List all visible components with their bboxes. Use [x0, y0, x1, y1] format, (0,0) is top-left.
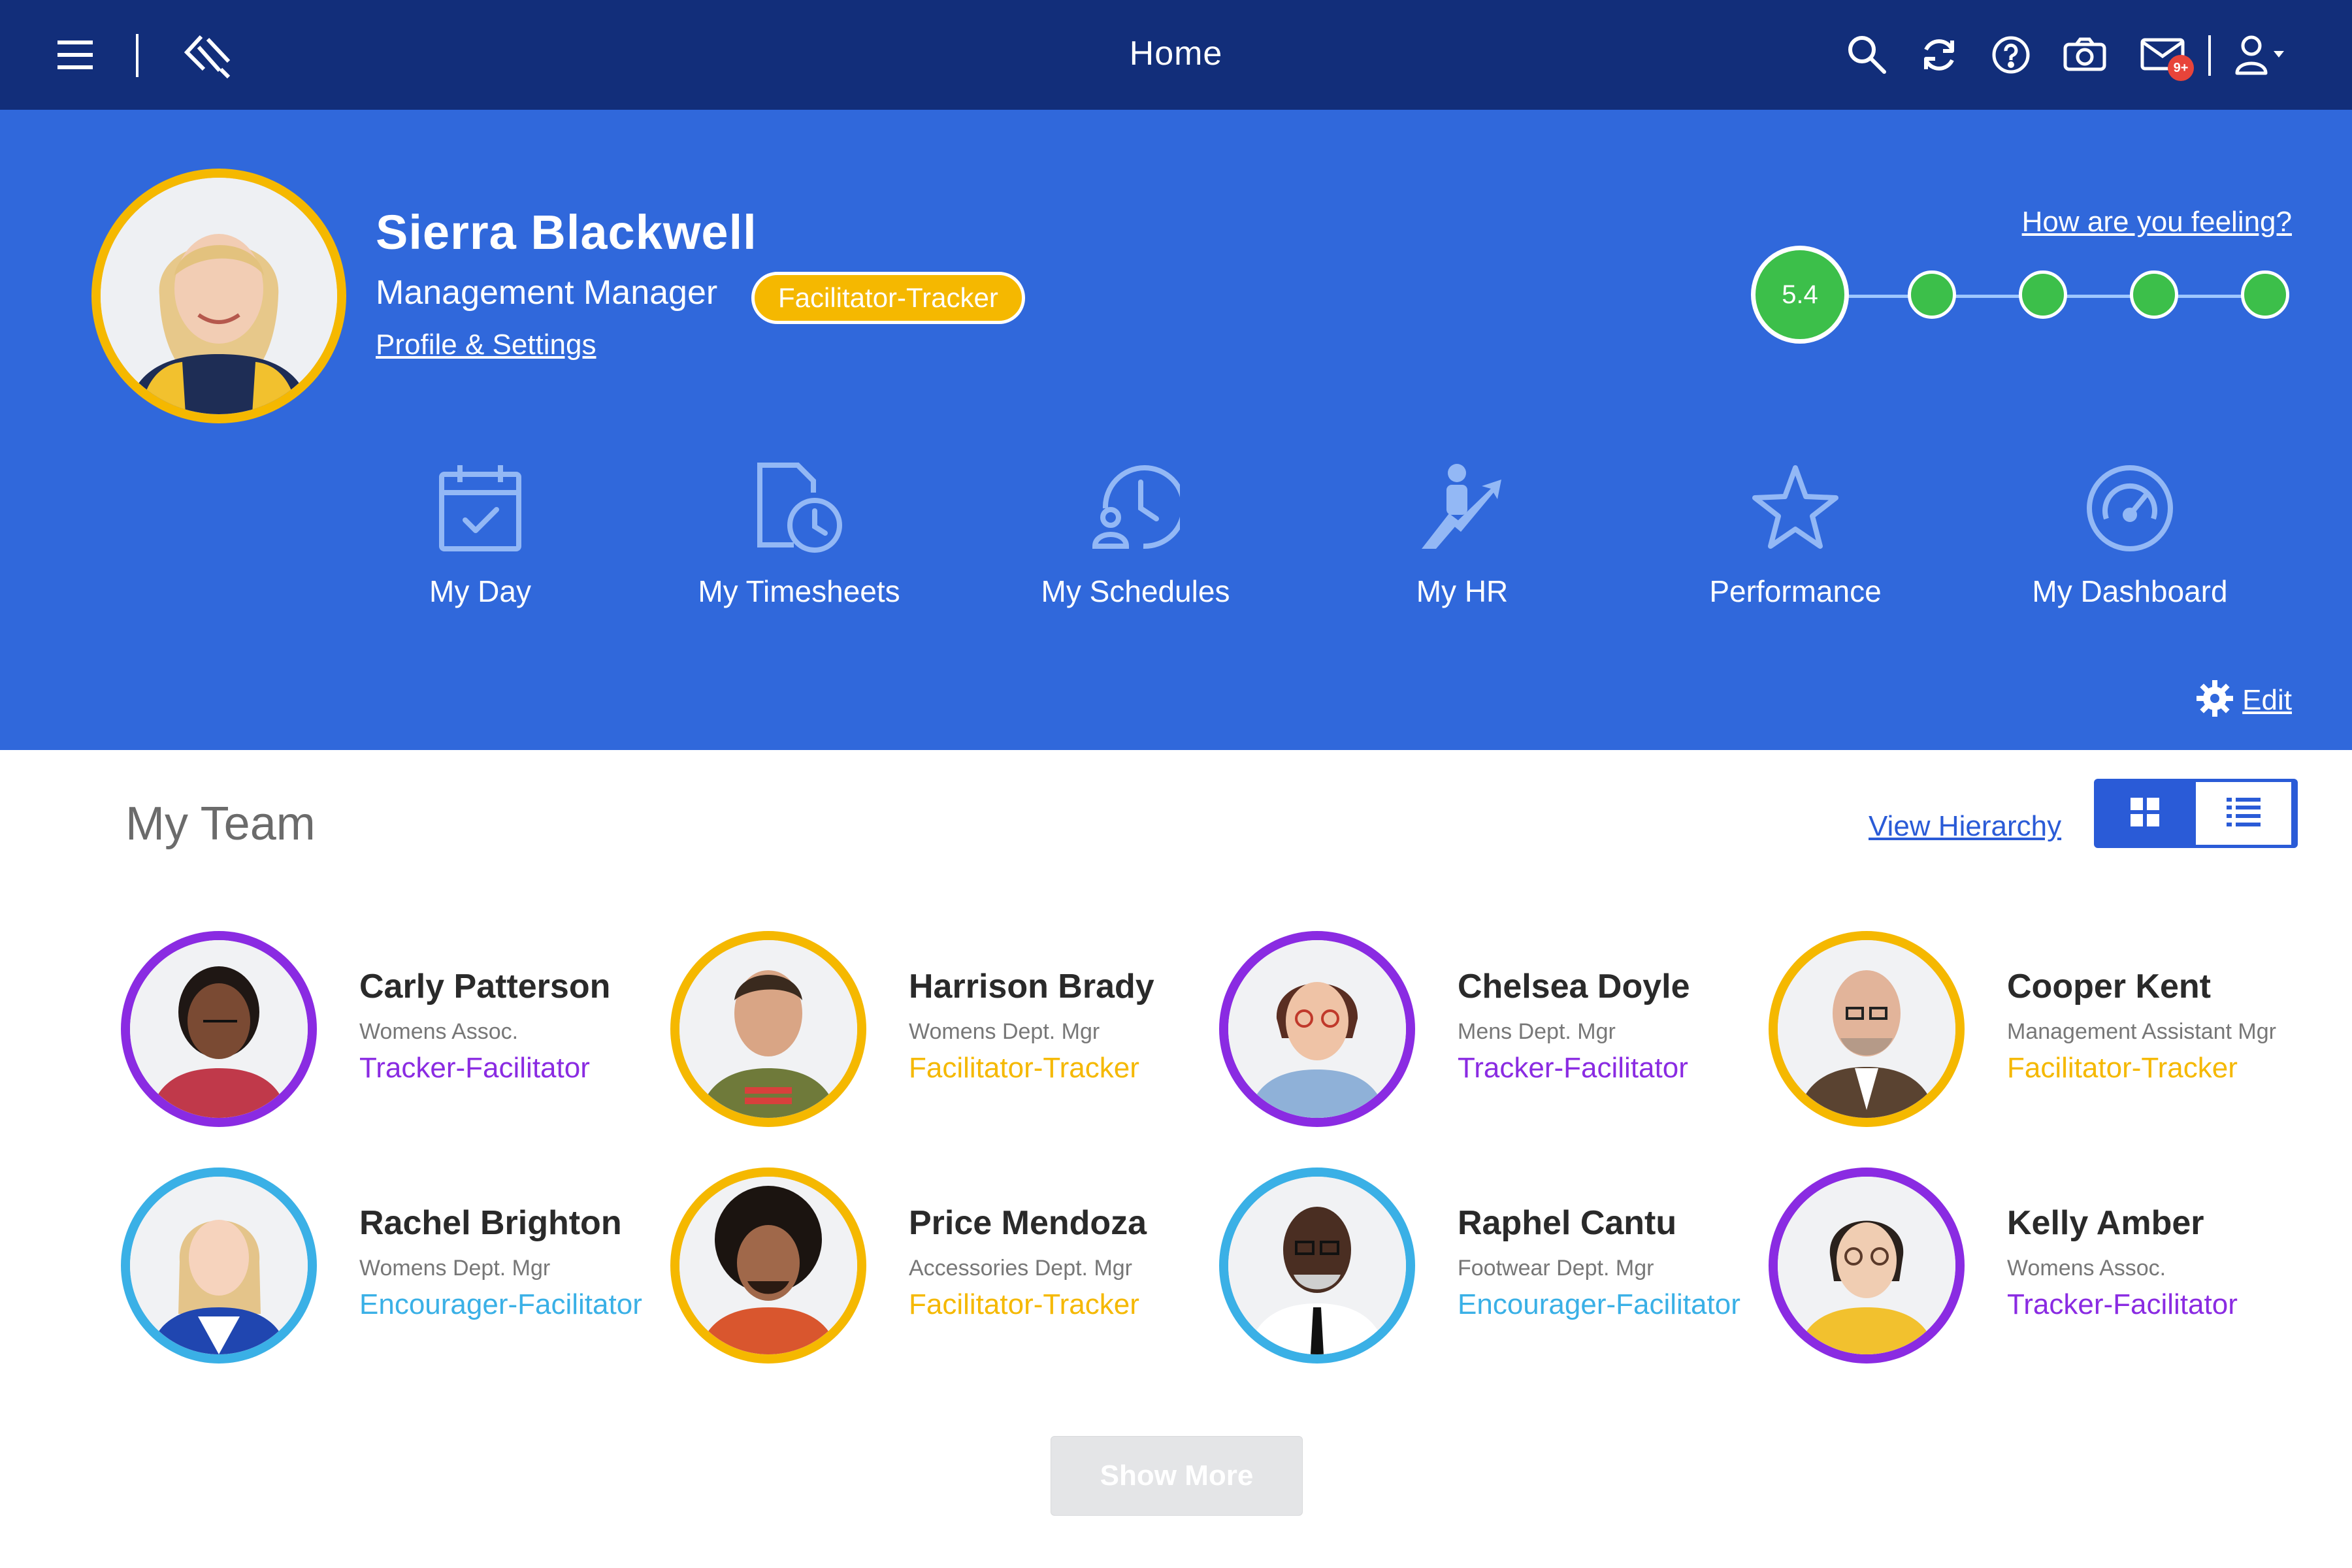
quick-link-performance[interactable]: Performance [1665, 463, 1926, 609]
schedule-person-icon [1005, 463, 1266, 554]
top-navigation-bar: Home 9+ [0, 0, 2352, 110]
member-type: Encourager-Facilitator [1458, 1288, 1740, 1320]
member-position: Management Assistant Mgr [2007, 1019, 2276, 1044]
member-avatar-ring [121, 931, 317, 1127]
user-account-icon[interactable] [2234, 34, 2287, 76]
member-type: Facilitator-Tracker [909, 1288, 1139, 1320]
member-position: Womens Assoc. [359, 1019, 519, 1044]
show-more-button[interactable]: Show More [1051, 1436, 1303, 1516]
quick-link-my-timesheets[interactable]: My Timesheets [668, 463, 930, 609]
member-avatar [1228, 1177, 1406, 1354]
mood-history-dot[interactable] [2241, 270, 2289, 319]
member-avatar [1228, 940, 1406, 1118]
gear-icon [2197, 680, 2234, 720]
personality-type-badge: Facilitator-Tracker [751, 272, 1025, 324]
view-toggle [2094, 779, 2298, 848]
quick-link-label: My Timesheets [698, 574, 900, 608]
quick-link-my-day[interactable]: My Day [350, 463, 611, 609]
notification-badge: 9+ [2168, 55, 2194, 81]
edit-link[interactable]: Edit [2242, 684, 2292, 717]
gauge-icon [1999, 463, 2261, 554]
star-icon [1665, 463, 1926, 554]
member-name: Harrison Brady [909, 968, 1154, 1005]
section-title: My Team [125, 798, 316, 850]
member-name: Rachel Brighton [359, 1204, 622, 1242]
team-member-card[interactable]: Harrison Brady Womens Dept. Mgr Facilita… [670, 931, 1219, 1134]
team-member-card[interactable]: Carly Patterson Womens Assoc. Tracker-Fa… [121, 931, 670, 1134]
member-position: Womens Assoc. [2007, 1256, 2166, 1281]
team-member-card[interactable]: Chelsea Doyle Mens Dept. Mgr Tracker-Fac… [1219, 931, 1768, 1134]
member-avatar [1778, 940, 1955, 1118]
divider [2208, 35, 2211, 76]
profile-settings-link[interactable]: Profile & Settings [376, 329, 596, 361]
member-name: Cooper Kent [2007, 968, 2211, 1005]
member-avatar [130, 1177, 308, 1354]
list-view-button[interactable] [2196, 782, 2291, 845]
refresh-icon[interactable] [1919, 35, 1959, 74]
member-avatar-ring [1219, 1168, 1415, 1364]
search-icon[interactable] [1846, 34, 1888, 76]
member-avatar-ring [1769, 1168, 1965, 1364]
member-avatar [130, 940, 308, 1118]
member-avatar [679, 940, 857, 1118]
quick-link-label: My Schedules [1041, 574, 1230, 608]
edit-quick-links[interactable]: Edit [2197, 680, 2292, 720]
team-member-card[interactable]: Rachel Brighton Womens Dept. Mgr Encoura… [121, 1168, 670, 1370]
person-growth-icon [1331, 463, 1593, 554]
view-hierarchy-link[interactable]: View Hierarchy [1869, 810, 2061, 843]
quick-link-label: Performance [1709, 574, 1882, 608]
member-type: Facilitator-Tracker [909, 1052, 1139, 1084]
mood-history-dot[interactable] [2130, 270, 2178, 319]
timesheet-clock-icon [668, 463, 930, 554]
quick-link-my-dashboard[interactable]: My Dashboard [1999, 463, 2261, 609]
member-name: Raphel Cantu [1458, 1204, 1677, 1242]
member-type: Tracker-Facilitator [1458, 1052, 1688, 1084]
team-member-card[interactable]: Kelly Amber Womens Assoc. Tracker-Facili… [1769, 1168, 2317, 1370]
profile-hero: Sierra Blackwell Management Manager Faci… [0, 110, 2352, 750]
quick-link-label: My Dashboard [2032, 574, 2228, 608]
member-avatar-ring [670, 931, 866, 1127]
team-member-card[interactable]: Cooper Kent Management Assistant Mgr Fac… [1769, 931, 2317, 1134]
quick-link-label: My HR [1416, 574, 1509, 608]
user-avatar[interactable] [91, 169, 346, 423]
member-avatar-ring [1219, 931, 1415, 1127]
member-type: Tracker-Facilitator [2007, 1288, 2238, 1320]
member-position: Womens Dept. Mgr [909, 1019, 1100, 1044]
member-position: Accessories Dept. Mgr [909, 1256, 1132, 1281]
member-position: Womens Dept. Mgr [359, 1256, 551, 1281]
quick-link-my-hr[interactable]: My HR [1331, 463, 1593, 609]
quick-link-my-schedules[interactable]: My Schedules [1005, 463, 1266, 609]
user-name: Sierra Blackwell [376, 205, 757, 259]
help-icon[interactable] [1991, 35, 2031, 74]
mood-score-bubble[interactable]: 5.4 [1751, 246, 1849, 344]
calendar-check-icon [350, 463, 611, 554]
member-avatar-ring [670, 1168, 866, 1364]
member-name: Chelsea Doyle [1458, 968, 1690, 1005]
member-avatar-ring [121, 1168, 317, 1364]
grid-view-button[interactable] [2097, 782, 2193, 845]
member-position: Footwear Dept. Mgr [1458, 1256, 1654, 1281]
grid-icon [2131, 797, 2159, 830]
member-type: Facilitator-Tracker [2007, 1052, 2238, 1084]
mood-history-dot[interactable] [2019, 270, 2067, 319]
how-are-you-feeling-link[interactable]: How are you feeling? [2022, 206, 2292, 238]
quick-link-label: My Day [429, 574, 531, 608]
mood-history-dot[interactable] [1908, 270, 1956, 319]
team-member-card[interactable]: Raphel Cantu Footwear Dept. Mgr Encourag… [1219, 1168, 1768, 1370]
camera-icon[interactable] [2063, 37, 2106, 72]
team-member-card[interactable]: Price Mendoza Accessories Dept. Mgr Faci… [670, 1168, 1219, 1370]
member-avatar [679, 1177, 857, 1354]
member-name: Carly Patterson [359, 968, 611, 1005]
list-icon [2227, 797, 2261, 830]
member-type: Encourager-Facilitator [359, 1288, 642, 1320]
member-position: Mens Dept. Mgr [1458, 1019, 1616, 1044]
user-role: Management Manager [376, 274, 718, 312]
member-type: Tracker-Facilitator [359, 1052, 590, 1084]
member-name: Kelly Amber [2007, 1204, 2204, 1242]
member-avatar-ring [1769, 931, 1965, 1127]
member-name: Price Mendoza [909, 1204, 1147, 1242]
member-avatar [1778, 1177, 1955, 1354]
